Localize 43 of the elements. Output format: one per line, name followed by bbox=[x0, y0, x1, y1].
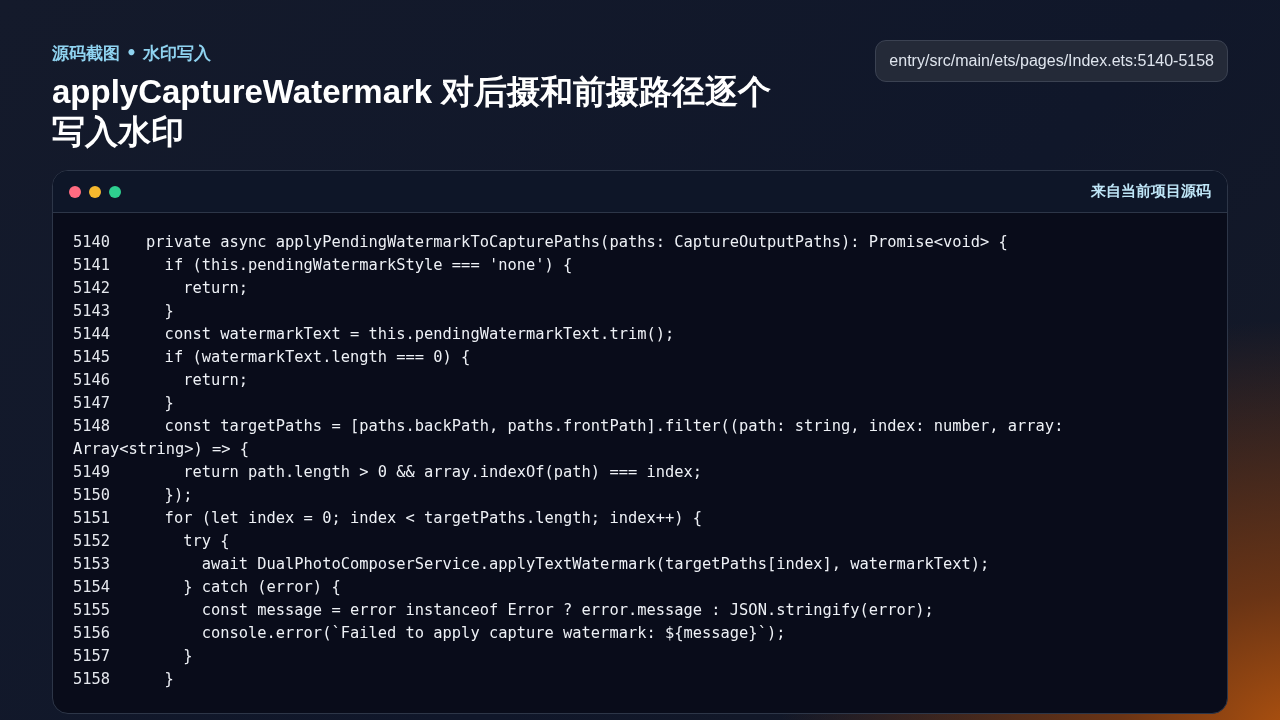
line-number: 5149 bbox=[73, 463, 111, 481]
line-number: 5140 bbox=[73, 233, 111, 251]
line-number: 5148 bbox=[73, 417, 111, 435]
code-line: const message = error instanceof Error ? error.message : JSON.stringify(error); bbox=[200, 601, 934, 619]
code-line: if (watermarkText.length === 0) { bbox=[163, 348, 471, 366]
code-line: return; bbox=[182, 279, 248, 297]
code-line: } bbox=[163, 394, 174, 412]
code-line: const targetPaths = [paths.backPath, paths.frontPath].filter((path: string, index: number, array: bbox=[163, 417, 1064, 435]
code-line: await DualPhotoComposerService.applyTextWatermark(targetPaths[index], watermarkText); bbox=[200, 555, 990, 573]
line-number: 5141 bbox=[73, 256, 111, 274]
code-line: }); bbox=[163, 486, 193, 504]
code-line: Array<string>) => { bbox=[73, 439, 250, 460]
code-line: if (this.pendingWatermarkStyle === 'none') { bbox=[163, 256, 573, 274]
file-path-badge: entry/src/main/ets/pages/Index.ets:5140-5158 bbox=[875, 40, 1228, 82]
code-line: for (let index = 0; index < targetPaths.length; index++) { bbox=[163, 509, 703, 527]
line-number: 5151 bbox=[73, 509, 111, 527]
line-number: 5142 bbox=[73, 279, 111, 297]
code-line: const watermarkText = this.pendingWatermarkText.trim(); bbox=[163, 325, 675, 343]
line-number: 5146 bbox=[73, 371, 111, 389]
line-number: 5154 bbox=[73, 578, 111, 596]
line-number: 5156 bbox=[73, 624, 111, 642]
line-number: 5158 bbox=[73, 670, 111, 688]
code-line: } bbox=[163, 302, 174, 320]
code-line: private async applyPendingWatermarkToCapturePaths(paths: CaptureOutputPaths): Promise<void> { bbox=[146, 233, 1008, 251]
code-line: } bbox=[163, 670, 174, 688]
line-number: 5157 bbox=[73, 647, 111, 665]
line-number: 5145 bbox=[73, 348, 111, 366]
code-line: return path.length > 0 && array.indexOf(path) === index; bbox=[182, 463, 703, 481]
line-number: 5152 bbox=[73, 532, 111, 550]
source-label: 来自当前项目源码 bbox=[1091, 182, 1211, 201]
code-line: return; bbox=[182, 371, 248, 389]
line-number: 5147 bbox=[73, 394, 111, 412]
line-number: 5143 bbox=[73, 302, 111, 320]
line-number: 5144 bbox=[73, 325, 111, 343]
page-title: applyCaptureWatermark 对后摄和前摄路径逐个写入水印 bbox=[52, 72, 773, 152]
code-line: } catch (error) { bbox=[182, 578, 341, 596]
code-line: console.error(`Failed to apply capture watermark: ${message}`); bbox=[200, 624, 786, 642]
line-number: 5150 bbox=[73, 486, 111, 504]
line-number: 5153 bbox=[73, 555, 111, 573]
code-line: try { bbox=[182, 532, 230, 550]
code-line: } bbox=[182, 647, 193, 665]
eyebrow-label: 源码截图 • 水印写入 bbox=[52, 42, 212, 65]
line-number: 5155 bbox=[73, 601, 111, 619]
